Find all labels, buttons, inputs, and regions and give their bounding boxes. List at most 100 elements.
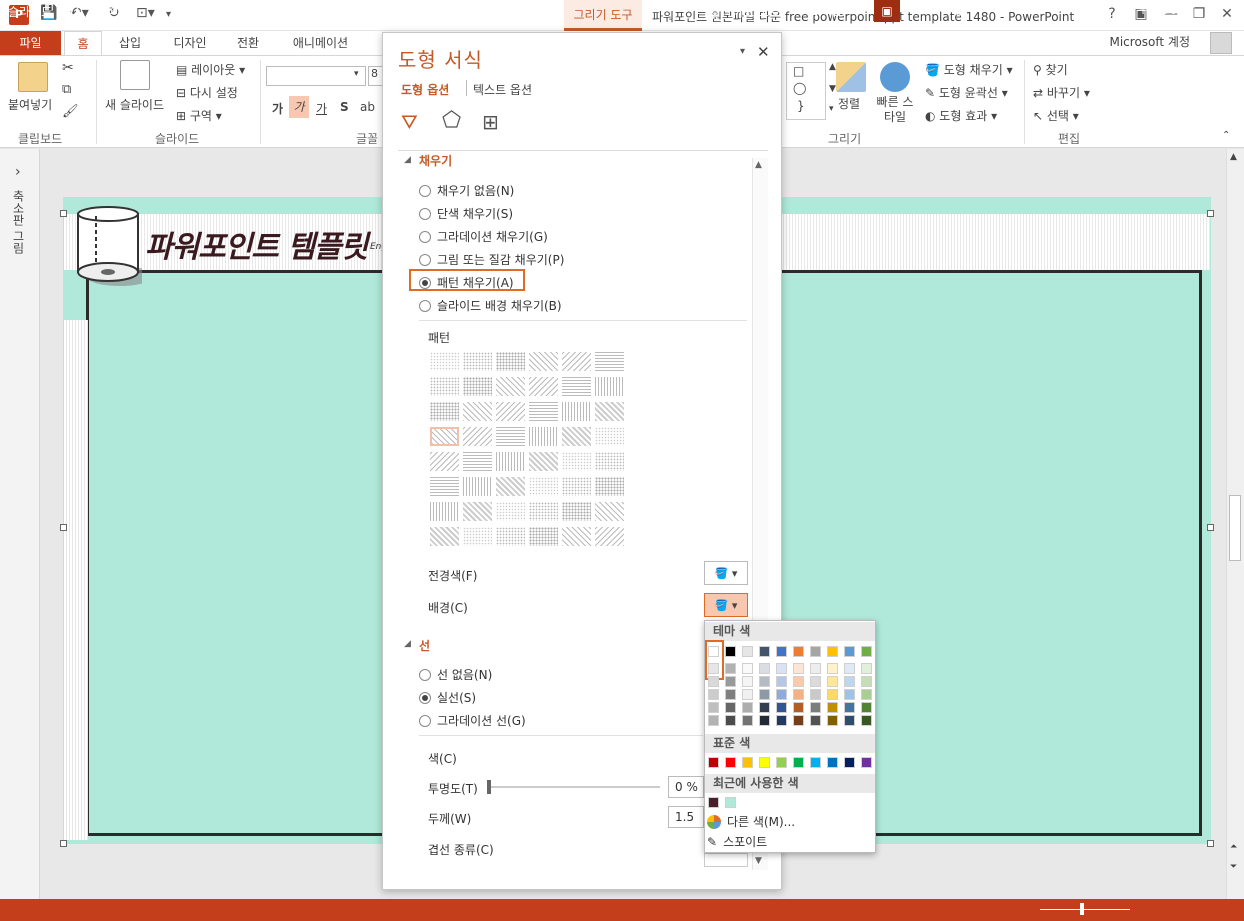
pattern-tile[interactable] bbox=[430, 402, 459, 421]
fill-line-icon[interactable]: ⛛ bbox=[401, 110, 418, 134]
pattern-tile[interactable] bbox=[529, 477, 558, 496]
color-swatch[interactable] bbox=[776, 663, 787, 674]
resize-handle[interactable] bbox=[60, 524, 67, 531]
pattern-gallery[interactable] bbox=[430, 352, 630, 552]
pattern-tile[interactable] bbox=[529, 502, 558, 521]
color-swatch[interactable] bbox=[759, 757, 770, 768]
color-swatch[interactable] bbox=[844, 689, 855, 700]
pattern-tile[interactable] bbox=[529, 427, 558, 446]
zoom-in-icon[interactable]: + bbox=[1138, 3, 1148, 17]
radio-button[interactable] bbox=[419, 299, 431, 312]
notes-button[interactable]: ≙ 슬라이드 노트 bbox=[696, 3, 780, 20]
reading-view-button[interactable]: ▥ bbox=[956, 3, 967, 17]
resize-handle[interactable] bbox=[60, 210, 67, 217]
find-button[interactable]: ⚲ 찾기 bbox=[1033, 61, 1068, 78]
color-swatch[interactable] bbox=[742, 663, 753, 674]
pattern-tile[interactable] bbox=[529, 452, 558, 471]
color-swatch[interactable] bbox=[759, 702, 770, 713]
slide-sorter-button[interactable]: ⊞ bbox=[918, 3, 928, 17]
shape-fill-button[interactable]: 🪣 도형 채우기 ▾ bbox=[925, 61, 1013, 78]
color-swatch[interactable] bbox=[759, 676, 770, 687]
fill-section-header[interactable]: 채우기 bbox=[419, 152, 452, 169]
radio-button-selected[interactable] bbox=[419, 691, 431, 704]
pattern-tile[interactable] bbox=[595, 402, 624, 421]
color-swatch[interactable] bbox=[725, 702, 736, 713]
color-swatch[interactable] bbox=[759, 689, 770, 700]
color-swatch[interactable] bbox=[708, 715, 719, 726]
color-swatch[interactable] bbox=[861, 676, 872, 687]
chevron-down-icon[interactable]: ▾ bbox=[354, 69, 359, 79]
quick-styles-button[interactable]: 빠른 스타일 bbox=[873, 95, 917, 125]
fill-option-solid[interactable]: 단색 채우기(S) bbox=[419, 205, 513, 222]
brace-shape-icon[interactable]: } bbox=[797, 99, 805, 113]
shapes-gallery[interactable]: □ ◯ } bbox=[786, 62, 826, 120]
compound-type-dropdown[interactable] bbox=[704, 853, 748, 867]
color-swatch[interactable] bbox=[742, 676, 753, 687]
pane-options-icon[interactable]: ▾ bbox=[740, 46, 745, 57]
pattern-tile[interactable] bbox=[496, 427, 525, 446]
color-swatch[interactable] bbox=[776, 702, 787, 713]
italic-button[interactable]: 가 bbox=[289, 96, 309, 118]
help-button[interactable]: ? bbox=[1101, 6, 1123, 22]
color-swatch[interactable] bbox=[708, 702, 719, 713]
radio-button[interactable] bbox=[419, 253, 431, 266]
pattern-tile[interactable] bbox=[430, 427, 459, 446]
color-swatch[interactable] bbox=[725, 663, 736, 674]
radio-button[interactable] bbox=[419, 207, 431, 220]
color-swatch[interactable] bbox=[793, 646, 804, 657]
pattern-tile[interactable] bbox=[463, 502, 492, 521]
radio-button[interactable] bbox=[419, 230, 431, 243]
pattern-tile[interactable] bbox=[529, 377, 558, 396]
pattern-tile[interactable] bbox=[595, 452, 624, 471]
pane-scroll-down-icon[interactable]: ▼ bbox=[755, 856, 762, 866]
pattern-tile[interactable] bbox=[496, 402, 525, 421]
tab-file[interactable]: 파일 bbox=[0, 31, 61, 55]
select-button[interactable]: ↖ 선택 ▾ bbox=[1033, 107, 1079, 124]
pane-scroll-up-icon[interactable]: ▲ bbox=[755, 160, 762, 170]
line-section-header[interactable]: 선 bbox=[419, 637, 430, 654]
color-swatch[interactable] bbox=[708, 797, 719, 808]
color-swatch[interactable] bbox=[810, 663, 821, 674]
color-swatch[interactable] bbox=[725, 757, 736, 768]
scrollbar-thumb[interactable] bbox=[1229, 495, 1241, 561]
color-swatch[interactable] bbox=[810, 646, 821, 657]
pattern-tile[interactable] bbox=[595, 377, 624, 396]
color-swatch[interactable] bbox=[793, 757, 804, 768]
slide-title[interactable]: 파워포인트 템플릿 bbox=[145, 222, 368, 266]
fill-option-picture[interactable]: 그림 또는 질감 채우기(P) bbox=[419, 251, 564, 268]
size-properties-icon[interactable]: ⊞ bbox=[482, 110, 499, 134]
color-swatch[interactable] bbox=[742, 757, 753, 768]
pattern-tile[interactable] bbox=[562, 527, 591, 546]
transparency-input[interactable]: 0 % bbox=[668, 776, 704, 798]
color-swatch[interactable] bbox=[759, 646, 770, 657]
color-swatch[interactable] bbox=[861, 689, 872, 700]
color-swatch[interactable] bbox=[861, 702, 872, 713]
color-swatch[interactable] bbox=[793, 663, 804, 674]
width-input[interactable]: 1.5 p bbox=[668, 806, 704, 828]
bold-button[interactable]: 가 bbox=[272, 100, 283, 117]
color-swatch[interactable] bbox=[725, 646, 736, 657]
resize-handle[interactable] bbox=[1207, 524, 1214, 531]
zoom-slider-track[interactable] bbox=[1040, 909, 1130, 910]
color-swatch[interactable] bbox=[759, 715, 770, 726]
tab-transitions[interactable]: 전환 bbox=[228, 31, 268, 55]
scroll-up-icon[interactable]: ▲ bbox=[1230, 152, 1237, 162]
color-swatch[interactable] bbox=[708, 646, 719, 657]
resize-handle[interactable] bbox=[1207, 210, 1214, 217]
color-swatch[interactable] bbox=[827, 676, 838, 687]
pattern-tile[interactable] bbox=[595, 352, 624, 371]
spell-check-icon[interactable]: ⌧ bbox=[104, 3, 118, 17]
expand-thumbnails-icon[interactable]: › bbox=[15, 164, 21, 180]
resize-handle[interactable] bbox=[60, 840, 67, 847]
pattern-tile[interactable] bbox=[463, 402, 492, 421]
color-swatch[interactable] bbox=[827, 757, 838, 768]
color-swatch[interactable] bbox=[810, 689, 821, 700]
slide-counter[interactable]: 슬라이드 6/10 bbox=[8, 3, 83, 20]
color-swatch[interactable] bbox=[827, 702, 838, 713]
more-shapes-icon[interactable]: ▾ bbox=[829, 104, 834, 114]
tab-text-options[interactable]: 텍스트 옵션 bbox=[473, 81, 532, 98]
color-swatch[interactable] bbox=[776, 646, 787, 657]
radio-button[interactable] bbox=[419, 714, 431, 727]
color-swatch[interactable] bbox=[810, 715, 821, 726]
color-swatch[interactable] bbox=[742, 689, 753, 700]
